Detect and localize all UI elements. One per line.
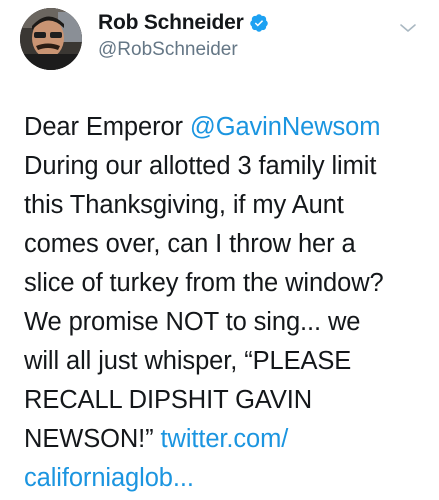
tweet-line: will all just whisper, “PLEASE xyxy=(24,347,352,375)
tweet-line: During our allotted 3 family limit xyxy=(24,152,377,180)
tweet-line: slice of turkey from the window? xyxy=(24,269,384,297)
tweet-line: Dear Emperor @GavinNewsom xyxy=(24,108,429,147)
url-link[interactable]: twitter.com/ xyxy=(161,425,289,453)
tweet-line: californiaglob... xyxy=(24,459,429,498)
mention-link[interactable]: @GavinNewsom xyxy=(190,113,381,141)
tweet-text: Dear Emperor @GavinNewsom During our all… xyxy=(24,108,429,498)
author-handle[interactable]: @RobSchneider xyxy=(98,39,269,61)
chevron-down-icon[interactable] xyxy=(399,22,417,34)
url-link-continued[interactable]: californiaglob... xyxy=(24,464,194,492)
avatar[interactable] xyxy=(20,8,82,70)
tweet-text-segment: NEWSON!” xyxy=(24,425,161,453)
author-name[interactable]: Rob Schneider xyxy=(98,11,244,35)
profile-photo-icon xyxy=(20,8,82,70)
author-info: Rob Schneider @RobSchneider xyxy=(98,10,269,61)
tweet-line: NEWSON!” twitter.com/ xyxy=(24,420,429,459)
verified-badge-icon xyxy=(249,13,269,33)
tweet-text-segment: Dear Emperor xyxy=(24,113,190,141)
author-name-row: Rob Schneider xyxy=(98,10,269,36)
tweet-card: Rob Schneider @RobSchneider Dear Emperor… xyxy=(0,0,439,500)
tweet-line: this Thanksgiving, if my Aunt xyxy=(24,191,344,219)
tweet-line: comes over, can I throw her a xyxy=(24,230,356,258)
tweet-line: RECALL DIPSHIT GAVIN xyxy=(24,386,313,414)
tweet-line: We promise NOT to sing... we xyxy=(24,308,361,336)
